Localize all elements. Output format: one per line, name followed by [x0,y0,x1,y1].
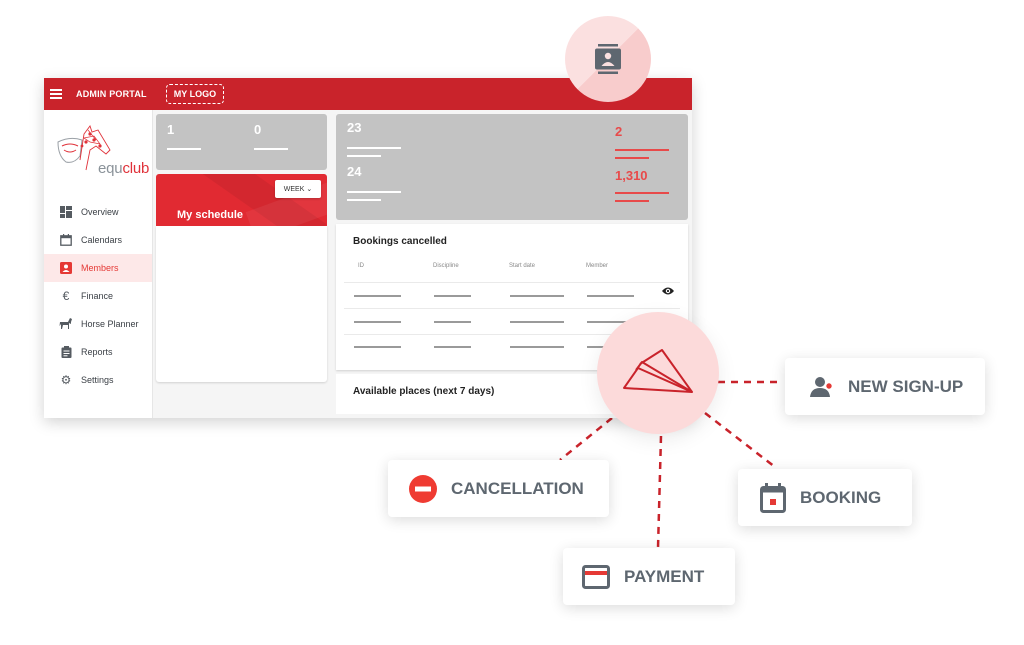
stat-value-alert: 2 [615,124,623,139]
event-booking[interactable]: BOOKING [738,469,912,526]
event-cancellation[interactable]: CANCELLATION [388,460,609,517]
euro-icon: € [62,289,70,303]
horse-icon [59,317,73,331]
stat-value-alert: 1,310 [615,168,648,183]
clipboard-icon [59,345,73,359]
calendar-icon [59,233,73,247]
connector-payment [656,435,663,549]
sidebar-item-settings[interactable]: ⚙ Settings [44,366,152,394]
stat-value: 1 [167,122,175,137]
chevron-down-icon: ⌄ [306,186,313,193]
sidebar-item-finance[interactable]: € Finance [44,282,152,310]
stat-value: 24 [347,164,362,179]
column-header: Discipline [433,263,459,269]
credit-card-icon [582,564,610,589]
sidebar-nav: Overview Calendars Members € Finance Hor… [44,198,152,394]
app-title: ADMIN PORTAL [76,89,147,99]
gear-icon: ⚙ [60,373,72,387]
event-label: NEW SIGN-UP [848,376,964,396]
member-icon [59,261,73,275]
row-divider [344,308,680,309]
stat-card-metrics: 23 24 2 1,310 [336,114,688,220]
contact-card-icon [595,44,621,74]
admin-app-window: ADMIN PORTAL MY LOGO equclub Overview Ca… [44,78,692,418]
stat-underline [347,155,381,157]
brand-name: equclub [98,160,149,177]
stat-underline [167,148,201,150]
connector-cancellation [559,417,613,461]
sidebar: equclub Overview Calendars Members € Fin… [44,110,153,418]
equclub-logo: equclub [54,120,154,180]
hamburger-icon[interactable] [50,89,62,99]
event-label: PAYMENT [624,566,705,586]
brand-name-part2: club [122,160,150,177]
logo-placeholder[interactable]: MY LOGO [165,84,225,104]
available-places-title: Available places (next 7 days) [353,386,495,397]
event-new-signup[interactable]: NEW SIGN-UP [785,358,985,415]
sidebar-item-label: Overview [81,207,119,217]
sidebar-item-label: Horse Planner [81,319,139,329]
column-header: Start date [509,263,536,269]
sidebar-item-label: Settings [81,375,114,385]
stat-underline [615,157,649,159]
stat-underline [615,200,649,202]
paper-plane-icon [623,349,693,393]
stat-underline [254,148,288,150]
dashboard-icon [59,205,73,219]
schedule-body [156,226,327,382]
view-eye-icon[interactable] [662,286,674,296]
event-label: BOOKING [800,487,882,507]
column-header: Member [586,263,609,269]
user-add-icon [810,376,834,398]
stat-underline [615,149,669,151]
sidebar-item-members[interactable]: Members [44,254,152,282]
period-select-value: WEEK [283,185,305,193]
stat-underline [615,192,669,194]
contact-bubble [565,16,651,102]
stat-underline [347,147,401,149]
period-select[interactable]: WEEK ⌄ [275,180,321,198]
brand-name-part1: equ [98,160,123,177]
stat-card-summary: 1 0 [156,114,327,170]
stat-underline [347,199,381,201]
left-column: 1 0 WEEK ⌄ My schedule [156,114,327,382]
stat-value: 0 [254,122,262,137]
bookings-cancelled-title: Bookings cancelled [353,236,447,247]
calendar-event-icon [760,482,786,513]
sidebar-item-reports[interactable]: Reports [44,338,152,366]
sidebar-item-horse-planner[interactable]: Horse Planner [44,310,152,338]
my-schedule-header: WEEK ⌄ My schedule [156,174,327,226]
stat-underline [347,191,401,193]
sidebar-item-calendars[interactable]: Calendars [44,226,152,254]
stat-value: 23 [347,120,362,135]
sidebar-item-label: Members [81,263,119,273]
event-label: CANCELLATION [451,478,584,498]
schedule-title: My schedule [177,209,244,221]
sidebar-item-label: Finance [81,291,114,301]
notification-hub [597,312,719,434]
sidebar-item-overview[interactable]: Overview [44,198,152,226]
sidebar-item-label: Reports [81,347,113,357]
connector-booking [704,412,776,468]
row-divider [344,282,680,283]
column-header: ID [358,263,364,269]
event-payment[interactable]: PAYMENT [563,548,735,605]
minus-circle-icon [409,474,437,503]
sidebar-item-label: Calendars [81,235,123,245]
